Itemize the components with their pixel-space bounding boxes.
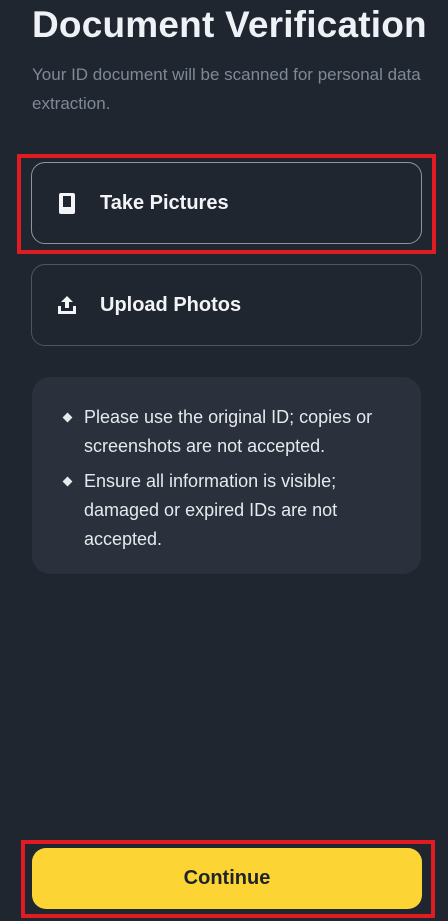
info-item-text: Ensure all information is visible; damag… — [84, 471, 338, 549]
upload-icon — [56, 294, 78, 316]
page-title: Document Verification — [32, 4, 427, 45]
bullet-icon — [62, 476, 73, 487]
bullet-icon — [62, 412, 73, 423]
upload-photos-label: Upload Photos — [100, 293, 242, 316]
upload-photos-option[interactable]: Upload Photos — [31, 264, 422, 346]
info-item: Ensure all information is visible; damag… — [62, 467, 397, 554]
info-item-text: Please use the original ID; copies or sc… — [84, 407, 373, 456]
take-pictures-option[interactable]: Take Pictures — [31, 162, 422, 244]
take-pictures-label: Take Pictures — [100, 191, 229, 214]
page-subtitle: Your ID document will be scanned for per… — [32, 65, 421, 113]
info-item: Please use the original ID; copies or sc… — [62, 403, 397, 461]
info-box: Please use the original ID; copies or sc… — [32, 377, 421, 574]
continue-button[interactable]: Continue — [32, 848, 422, 909]
phone-icon — [56, 192, 78, 214]
